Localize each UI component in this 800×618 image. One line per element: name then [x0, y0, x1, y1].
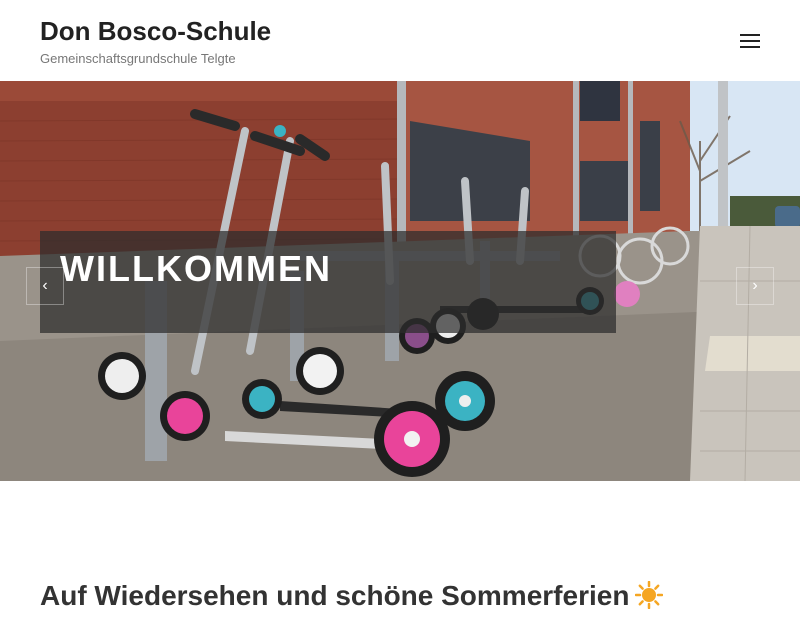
page-heading: Auf Wiedersehen und schöne Sommerferien — [40, 578, 664, 614]
site-header: Don Bosco-Schule Gemeinschaftsgrundschul… — [0, 0, 800, 81]
site-title[interactable]: Don Bosco-Schule — [40, 14, 271, 48]
sun-icon — [635, 580, 664, 610]
slide-caption-text: WILLKOMMEN — [60, 248, 332, 289]
hamburger-menu-icon[interactable] — [734, 27, 766, 55]
hero-slider: WILLKOMMEN ‹ › — [0, 81, 800, 481]
slide-caption-overlay: WILLKOMMEN — [40, 231, 616, 333]
site-tagline: Gemeinschaftsgrundschule Telgte — [40, 51, 236, 66]
slider-prev-button[interactable]: ‹ — [26, 267, 64, 305]
slider-next-button[interactable]: › — [736, 267, 774, 305]
page-heading-text: Auf Wiedersehen und schöne Sommerferien — [40, 580, 630, 611]
